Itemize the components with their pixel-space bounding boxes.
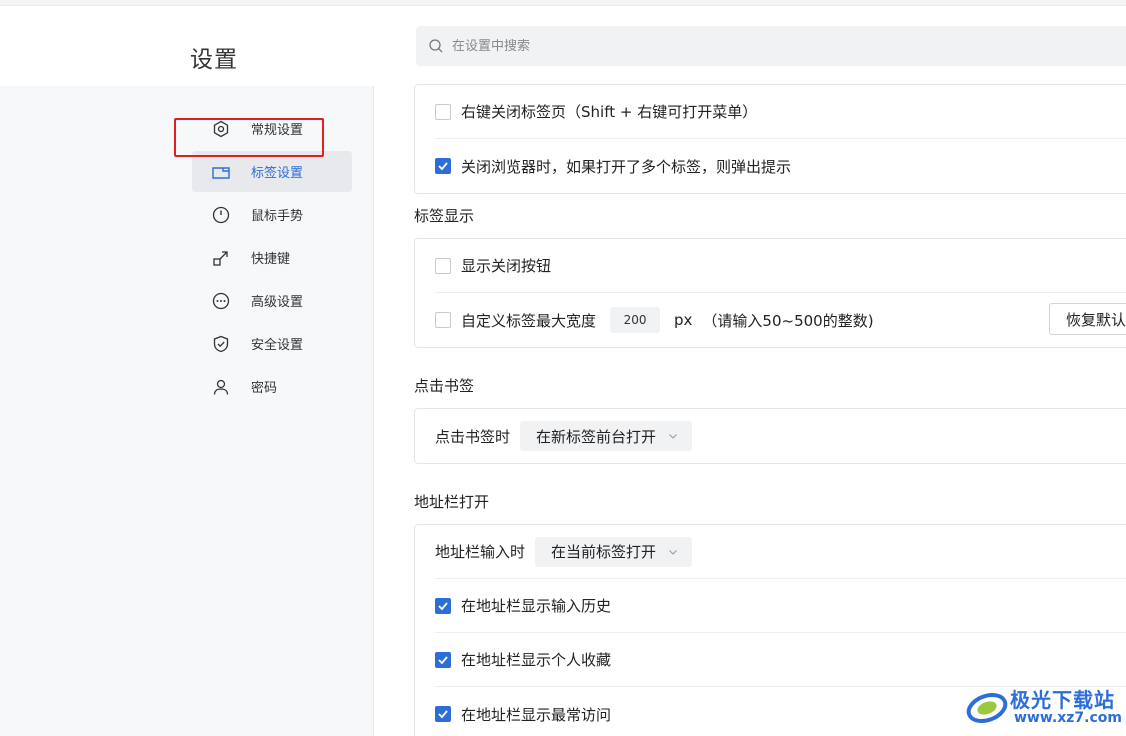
- user-icon: [210, 376, 232, 398]
- chevron-down-icon: [669, 549, 677, 555]
- checkbox-max-tab-width[interactable]: [435, 312, 451, 328]
- checkmark-icon: [438, 601, 448, 610]
- sidebar-item-advanced[interactable]: 高级设置: [192, 280, 352, 321]
- sidebar-item-label: 标签设置: [251, 166, 304, 181]
- watermark-url: www.xz7.com: [1014, 710, 1122, 726]
- sidebar-item-label: 快捷键: [251, 252, 291, 267]
- sidebar-item-label: 鼠标手势: [251, 209, 304, 224]
- hexagon-gear-icon: [210, 118, 232, 140]
- sidebar-nav: 常规设置 标签设置 鼠标手势 快捷键 高级设置 安全设置 密码: [192, 108, 352, 409]
- watermark-brand: 极光下载站: [1010, 688, 1115, 712]
- setting-label: 在地址栏显示个人收藏: [461, 651, 612, 669]
- page-title: 设置: [190, 47, 238, 73]
- tab-icon: [210, 161, 232, 183]
- setting-row-warn-on-close[interactable]: 关闭浏览器时，如果打开了多个标签，则弹出提示: [435, 139, 1126, 193]
- section-title-bookmark-click: 点击书签: [414, 377, 475, 395]
- bookmark-click-card: 点击书签时 在新标签前台打开: [414, 408, 1126, 464]
- setting-label: 在地址栏显示最常访问: [461, 705, 612, 724]
- site-watermark: 极光下载站 www.xz7.com: [964, 680, 1122, 732]
- max-width-unit: px: [674, 311, 693, 329]
- checkbox-show-favorites[interactable]: [435, 651, 451, 668]
- sidebar-item-security[interactable]: 安全设置: [192, 323, 352, 364]
- chevron-down-icon: [669, 434, 677, 439]
- checkbox-right-click-close[interactable]: [435, 103, 451, 120]
- addressbar-open-select[interactable]: 在当前标签打开: [535, 536, 693, 567]
- checkmark-icon: [438, 710, 448, 719]
- checkbox-show-input-history[interactable]: [435, 597, 451, 614]
- setting-label: 在地址栏显示输入历史: [461, 597, 612, 615]
- checkbox-warn-on-close[interactable]: [435, 158, 451, 174]
- tab-close-card: 右键关闭标签页（Shift + 右键可打开菜单） 关闭浏览器时，如果打开了多个标…: [414, 84, 1126, 194]
- setting-row-right-click-close[interactable]: 右键关闭标签页（Shift + 右键可打开菜单）: [435, 85, 1126, 139]
- sidebar-item-general[interactable]: 常规设置: [192, 108, 352, 149]
- section-title-addressbar-open: 地址栏打开: [414, 493, 490, 511]
- setting-row-addressbar-input: 地址栏输入时 在当前标签打开: [435, 525, 1126, 579]
- select-value: 在当前标签打开: [551, 543, 657, 561]
- setting-label: 自定义标签最大宽度: [461, 311, 597, 330]
- checkbox-show-close-button[interactable]: [435, 257, 451, 274]
- sidebar-item-passwords[interactable]: 密码: [192, 366, 352, 407]
- sidebar-item-label: 常规设置: [251, 123, 304, 138]
- setting-row-max-tab-width[interactable]: 自定义标签最大宽度 200 px （请输入50~500的整数) 恢复默认: [435, 293, 1126, 347]
- shield-icon: [210, 333, 232, 355]
- sidebar-item-shortcuts[interactable]: 快捷键: [192, 237, 352, 278]
- max-width-input[interactable]: 200: [610, 307, 661, 333]
- watermark-logo-icon: [966, 692, 1008, 724]
- settings-content: 右键关闭标签页（Shift + 右键可打开菜单） 关闭浏览器时，如果打开了多个标…: [374, 84, 1126, 736]
- checkmark-icon: [438, 655, 448, 664]
- setting-row-show-input-history[interactable]: 在地址栏显示输入历史: [435, 579, 1126, 633]
- bookmark-click-select[interactable]: 在新标签前台打开: [520, 421, 693, 451]
- sidebar-item-label: 高级设置: [251, 295, 304, 310]
- setting-label: 右键关闭标签页（Shift + 右键可打开菜单）: [461, 103, 758, 121]
- shortcut-arrow-icon: [210, 247, 232, 269]
- setting-label: 点击书签时: [435, 427, 511, 446]
- sidebar-item-tabs[interactable]: 标签设置: [192, 151, 352, 192]
- search-icon: [428, 38, 444, 54]
- sidebar-header: 设置: [0, 6, 374, 86]
- setting-label: 显示关闭按钮: [461, 257, 552, 275]
- setting-row-show-close-button[interactable]: 显示关闭按钮: [435, 239, 1126, 293]
- checkmark-icon: [438, 162, 448, 171]
- setting-label: 地址栏输入时: [435, 543, 526, 561]
- more-circle-icon: [210, 290, 232, 312]
- setting-row-bookmark-click: 点击书签时 在新标签前台打开: [435, 409, 1126, 463]
- section-title-tab-display: 标签显示: [414, 207, 475, 225]
- select-value: 在新标签前台打开: [536, 427, 657, 446]
- sidebar-item-label: 安全设置: [251, 338, 304, 353]
- max-width-hint: （请输入50~500的整数): [702, 311, 874, 330]
- settings-search-bar[interactable]: [416, 26, 1126, 66]
- tab-display-card: 显示关闭按钮 自定义标签最大宽度 200 px （请输入50~500的整数) 恢…: [414, 238, 1126, 348]
- reset-default-button[interactable]: 恢复默认: [1048, 303, 1126, 335]
- mouse-icon: [210, 204, 232, 226]
- checkbox-show-most-visited[interactable]: [435, 706, 451, 722]
- setting-label: 关闭浏览器时，如果打开了多个标签，则弹出提示: [461, 157, 792, 176]
- sidebar-item-label: 密码: [251, 381, 278, 396]
- sidebar-item-mouse-gestures[interactable]: 鼠标手势: [192, 194, 352, 235]
- search-input[interactable]: [452, 38, 952, 54]
- setting-row-show-favorites[interactable]: 在地址栏显示个人收藏: [435, 633, 1126, 687]
